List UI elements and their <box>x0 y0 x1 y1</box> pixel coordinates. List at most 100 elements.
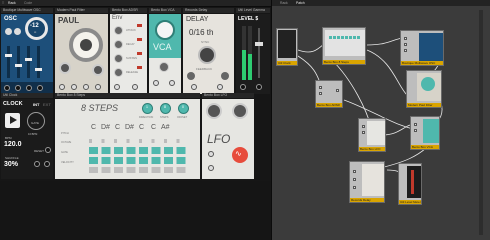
seq-offset-label: OFFSET <box>177 116 188 119</box>
osc-slider-3[interactable] <box>25 46 32 78</box>
osc-slider-2[interactable] <box>15 46 22 78</box>
delay-feedback-label: FEEDBACK <box>196 67 213 71</box>
seq-note-2[interactable]: D# <box>101 124 110 131</box>
clock-gate-knob[interactable] <box>27 112 45 130</box>
paul-jack-res[interactable] <box>83 84 89 90</box>
level-jack-out[interactable] <box>256 84 262 90</box>
level-fader-track[interactable] <box>255 28 263 78</box>
clock-play-button[interactable] <box>5 113 20 128</box>
adsr-title: Env <box>112 15 123 21</box>
delay-mix-knob[interactable] <box>187 72 195 80</box>
sine-wave-icon: ∿ <box>235 149 242 158</box>
adsr-release-knob[interactable] <box>114 68 123 77</box>
patch-node-vca[interactable]: Bento Box VCA <box>410 116 440 150</box>
clock-title: CLOCK <box>3 101 23 107</box>
patch-pane: Rack Patch Util Clock Bento Box 8 Steps <box>272 0 490 240</box>
module-header-vca: Bento Box VCA <box>149 8 181 13</box>
paul-jack-out[interactable] <box>95 84 101 90</box>
osc-jack-1[interactable] <box>4 85 10 91</box>
seq-octave-row[interactable] <box>89 139 189 143</box>
seq-note-7[interactable]: A# <box>161 124 170 131</box>
osc-title: OSC <box>4 16 18 22</box>
seq-note-3[interactable]: C <box>115 124 120 131</box>
patch-node-clock[interactable]: Util Clock <box>276 28 298 66</box>
menu-icon[interactable]: ≡ <box>2 0 4 5</box>
vca-jack-out[interactable] <box>169 80 175 86</box>
clock-out-jack-1[interactable] <box>34 161 40 167</box>
rack-tabbar: Rack Code ≡ <box>0 0 271 7</box>
patch-node-lfo[interactable]: Bento Box LFO <box>358 118 386 152</box>
clock-reset-jack[interactable] <box>45 147 51 153</box>
adsr-decay-label: DECAY <box>126 43 135 46</box>
seq-note-6[interactable]: C <box>151 124 156 131</box>
delay-time-knob[interactable] <box>198 46 216 64</box>
patch-node-title: Util Clock <box>277 61 297 65</box>
clock-mode-int[interactable]: INT <box>33 102 39 107</box>
seq-row-gate-label: GATE <box>61 151 68 154</box>
seq-velocity-row[interactable] <box>89 157 189 164</box>
delay-jack-out[interactable] <box>217 84 223 90</box>
seq-gate-row[interactable] <box>89 147 189 154</box>
adsr-sustain-knob[interactable] <box>114 54 123 63</box>
lfo-depth-knob[interactable] <box>232 103 248 119</box>
seq-note-4[interactable]: D# <box>125 124 134 131</box>
play-icon <box>10 116 17 124</box>
adsr-attack-label: ATTACK <box>126 29 136 32</box>
lfo-jack-sync[interactable] <box>208 165 214 171</box>
module-header-adsr: Bento Box ADSR <box>110 8 147 13</box>
adsr-module: Env ATTACK DECAY SUSTAIN RELEASE <box>110 14 147 94</box>
osc-slider-1[interactable] <box>5 46 12 78</box>
cable <box>366 37 403 46</box>
seq-note-5[interactable]: C <box>139 124 144 131</box>
patch-scrollbar[interactable] <box>479 10 483 235</box>
patch-node-paul[interactable]: Modern Paul Filter <box>406 70 442 108</box>
lfo-rate-knob[interactable] <box>206 103 222 119</box>
patch-node-title: Records Delay <box>350 198 384 202</box>
patch-node-title: Bento Box VCA <box>411 145 439 149</box>
seq-row-pitch-label: PITCH <box>61 132 69 135</box>
paul-jack-in[interactable] <box>59 84 65 90</box>
adsr-decay-knob[interactable] <box>114 40 123 49</box>
delay-jack-in[interactable] <box>191 84 197 90</box>
vca-level-knob[interactable] <box>155 20 175 40</box>
paul-cutoff-knob[interactable] <box>69 28 103 62</box>
seq-row-octave-label: OCTAVE <box>61 141 72 144</box>
lfo-wave-button[interactable]: ∿ <box>232 147 248 163</box>
paul-drive-knob[interactable] <box>92 64 104 76</box>
module-header-osc: Boutique Multiwave OSC <box>1 8 53 13</box>
level-jack-in[interactable] <box>240 84 246 90</box>
tab-code[interactable]: Code <box>24 1 32 5</box>
module-header-paul: Modern Paul Filter <box>55 8 108 13</box>
osc-jack-4[interactable] <box>37 85 43 91</box>
adsr-jack-gate[interactable] <box>114 84 120 90</box>
adsr-jack-out[interactable] <box>132 84 138 90</box>
clock-out-jack-2[interactable] <box>44 161 50 167</box>
vca-cv-knob[interactable] <box>159 62 169 72</box>
paul-resonance-knob[interactable] <box>59 62 71 74</box>
patch-node-seq[interactable]: Bento Box 8 Steps <box>322 27 366 65</box>
patch-node-delay[interactable]: Records Delay <box>349 161 385 203</box>
lfo-jack-out[interactable] <box>208 151 214 157</box>
delay-feedback-knob[interactable] <box>221 72 229 80</box>
level-module: LEVEL $ <box>236 14 270 94</box>
seq-note-1[interactable]: C <box>91 124 96 131</box>
osc-slider-4[interactable] <box>35 46 42 78</box>
osc-jack-3[interactable] <box>26 85 32 91</box>
patch-node-adsr[interactable]: Bento Box ADSR <box>315 80 343 108</box>
paul-jack-fm[interactable] <box>71 84 77 90</box>
adsr-attack-knob[interactable] <box>114 26 123 35</box>
osc-shape-knob[interactable] <box>14 28 21 35</box>
clock-bpm-value[interactable]: 120.0 <box>4 141 22 148</box>
patch-node-level[interactable]: Util Level Meter <box>398 163 422 205</box>
lfo-title: LFO <box>207 132 231 146</box>
clock-shuffle-value[interactable]: 30% <box>4 161 18 168</box>
module-header-lfo: Bento Box LFO <box>202 93 254 98</box>
vca-jack-in[interactable] <box>153 80 159 86</box>
level-title: LEVEL $ <box>238 16 259 22</box>
clock-mode-ext[interactable]: EXT <box>43 102 51 107</box>
patch-node-osc[interactable]: Boutique Multiwave OSC <box>400 30 444 66</box>
osc-fine-knob[interactable] <box>5 28 12 35</box>
tab-rack[interactable]: Rack <box>8 1 16 5</box>
osc-jack-2[interactable] <box>15 85 21 91</box>
lfo-module: LFO ∿ <box>202 99 254 179</box>
